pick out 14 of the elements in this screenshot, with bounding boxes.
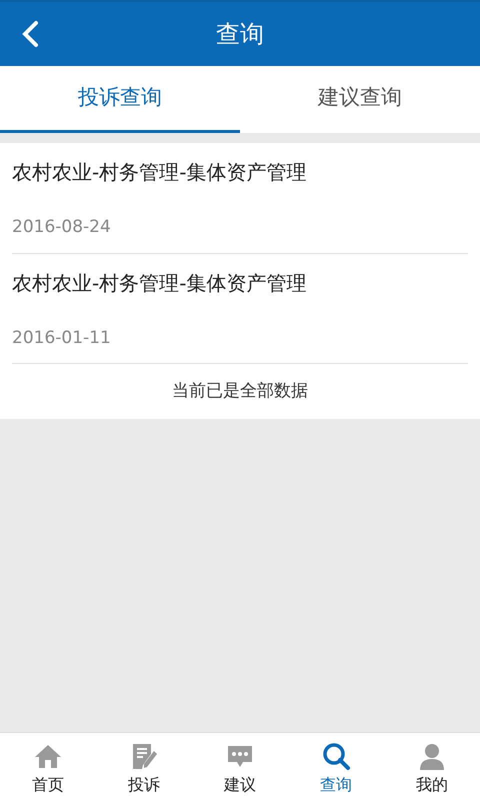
nav-tab[interactable]: 投诉 [96, 733, 192, 800]
tab[interactable]: 建议查询 [240, 66, 480, 133]
nav-tab[interactable]: 建议 [192, 733, 288, 800]
nav-tab[interactable]: 我的 [384, 733, 480, 800]
search-icon [321, 741, 351, 771]
page-title: 查询 [216, 19, 264, 50]
nav-tab[interactable]: 首页 [0, 733, 96, 800]
person-icon [417, 741, 447, 771]
end-of-data-note: 当前已是全部数据 [172, 381, 308, 401]
nav-tab[interactable]: 查询 [288, 733, 384, 800]
item-title[interactable]: 农村农业-村务管理-集体资产管理 [12, 157, 468, 187]
item-date: 2016-01-11 [12, 326, 112, 350]
item-title[interactable]: 农村农业-村务管理-集体资产管理 [12, 268, 468, 298]
item-date: 2016-08-24 [12, 216, 112, 239]
